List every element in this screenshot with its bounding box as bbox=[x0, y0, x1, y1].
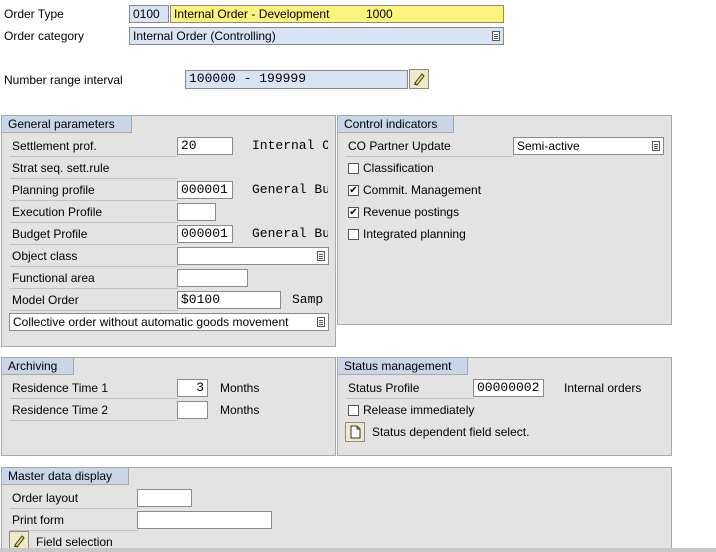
residence-time-2-field[interactable] bbox=[177, 401, 208, 419]
residence-time-2-unit: Months bbox=[220, 403, 260, 417]
object-class-label: Object class bbox=[12, 249, 78, 263]
model-order-field[interactable]: $0100 bbox=[177, 291, 281, 309]
number-range-label: Number range interval bbox=[4, 73, 123, 87]
dropdown-list-icon bbox=[652, 141, 660, 151]
collective-order-dropdown[interactable]: Collective order without automatic goods… bbox=[9, 313, 329, 331]
status-field-select-label: Status dependent field select. bbox=[372, 425, 530, 439]
status-profile-desc: Internal orders bbox=[564, 381, 642, 395]
release-immediately-checkbox[interactable] bbox=[348, 405, 359, 416]
control-indicators-title: Control indicators bbox=[338, 116, 455, 133]
order-category-label: Order category bbox=[4, 29, 85, 43]
order-category-dropdown[interactable]: Internal Order (Controlling) bbox=[129, 27, 504, 45]
status-management-title: Status management bbox=[338, 358, 469, 375]
residence-time-1-label: Residence Time 1 bbox=[12, 381, 109, 395]
bottom-status-bar bbox=[0, 548, 716, 552]
order-layout-label: Order layout bbox=[12, 491, 79, 505]
model-order-desc: Samp bbox=[292, 292, 324, 307]
co-partner-update-value: Semi-active bbox=[517, 139, 580, 153]
classification-label: Classification bbox=[363, 161, 434, 175]
revenue-postings-checkbox[interactable]: ✔ bbox=[348, 207, 359, 218]
order-category-value: Internal Order (Controlling) bbox=[133, 29, 276, 43]
number-range-field[interactable]: 100000 - 199999 bbox=[185, 70, 408, 89]
general-parameters-title: General parameters bbox=[2, 116, 132, 133]
general-parameters-group: General parameters Settlement prof. 20 I… bbox=[1, 115, 336, 347]
edit-number-range-button[interactable] bbox=[409, 69, 429, 89]
pencil-icon bbox=[414, 73, 425, 86]
settlement-profile-field[interactable]: 20 bbox=[177, 137, 233, 155]
budget-profile-label: Budget Profile bbox=[12, 227, 88, 241]
functional-area-label: Functional area bbox=[12, 271, 95, 285]
classification-checkbox[interactable] bbox=[348, 163, 359, 174]
settlement-profile-label: Settlement prof. bbox=[12, 139, 97, 153]
dropdown-list-icon bbox=[317, 317, 325, 327]
order-type-description: Internal Order - Development bbox=[174, 7, 330, 21]
budget-profile-desc: General Bu bbox=[252, 226, 328, 241]
collective-order-value: Collective order without automatic goods… bbox=[13, 315, 289, 329]
settlement-profile-desc: Internal O bbox=[252, 138, 328, 153]
co-partner-update-dropdown[interactable]: Semi-active bbox=[513, 137, 664, 155]
archiving-title: Archiving bbox=[2, 358, 75, 375]
print-form-field[interactable] bbox=[137, 511, 272, 529]
document-icon bbox=[350, 425, 361, 439]
order-type-label: Order Type bbox=[4, 7, 64, 21]
budget-profile-field[interactable]: 000001 bbox=[177, 225, 233, 243]
residence-time-1-unit: Months bbox=[220, 381, 260, 395]
residence-time-2-label: Residence Time 2 bbox=[12, 403, 109, 417]
order-type-description-field[interactable]: Internal Order - Development 1000 bbox=[170, 5, 504, 23]
master-data-display-title: Master data display bbox=[2, 468, 130, 485]
functional-area-field[interactable] bbox=[177, 269, 248, 287]
commit-management-label: Commit. Management bbox=[363, 183, 482, 197]
status-field-select-button[interactable] bbox=[345, 422, 365, 442]
integrated-planning-label: Integrated planning bbox=[363, 227, 466, 241]
commit-management-checkbox[interactable]: ✔ bbox=[348, 185, 359, 196]
planning-profile-label: Planning profile bbox=[12, 183, 95, 197]
execution-profile-label: Execution Profile bbox=[12, 205, 103, 219]
model-order-label: Model Order bbox=[12, 293, 79, 307]
order-type-number: 1000 bbox=[366, 7, 393, 21]
release-immediately-label: Release immediately bbox=[363, 403, 475, 417]
co-partner-update-label: CO Partner Update bbox=[348, 139, 451, 153]
status-profile-label: Status Profile bbox=[348, 381, 420, 395]
archiving-group: Archiving Residence Time 1 3 Months Resi… bbox=[1, 357, 336, 456]
dropdown-list-icon bbox=[317, 251, 325, 261]
revenue-postings-label: Revenue postings bbox=[363, 205, 460, 219]
integrated-planning-checkbox[interactable] bbox=[348, 229, 359, 240]
planning-profile-field[interactable]: 000001 bbox=[177, 181, 233, 199]
strat-seq-label: Strat seq. sett.rule bbox=[12, 161, 110, 175]
order-layout-field[interactable] bbox=[137, 489, 192, 507]
master-data-display-group: Master data display Order layout Print f… bbox=[1, 467, 672, 552]
status-management-group: Status management Status Profile 0000000… bbox=[337, 357, 672, 456]
status-profile-field[interactable]: 00000002 bbox=[473, 379, 544, 397]
print-form-label: Print form bbox=[12, 513, 65, 527]
dropdown-list-icon bbox=[492, 31, 500, 41]
object-class-dropdown[interactable] bbox=[177, 247, 329, 265]
execution-profile-field[interactable] bbox=[177, 203, 216, 221]
residence-time-1-field[interactable]: 3 bbox=[177, 379, 208, 397]
planning-profile-desc: General Bu bbox=[252, 182, 328, 197]
pencil-icon bbox=[14, 535, 25, 548]
control-indicators-group: Control indicators CO Partner Update Sem… bbox=[337, 115, 672, 325]
order-type-code-field[interactable]: 0100 bbox=[129, 5, 169, 23]
